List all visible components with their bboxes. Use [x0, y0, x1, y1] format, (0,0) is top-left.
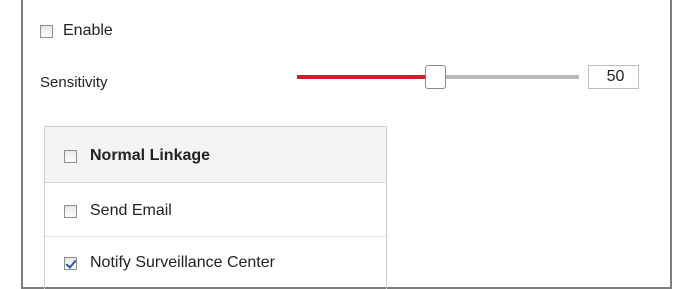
- sensitivity-label: Sensitivity: [40, 74, 108, 91]
- sensitivity-slider-track[interactable]: [441, 75, 579, 79]
- enable-label: Enable: [63, 22, 113, 39]
- send-email-checkbox[interactable]: [64, 205, 77, 218]
- normal-linkage-checkbox[interactable]: [64, 150, 77, 163]
- send-email-label: Send Email: [90, 202, 172, 219]
- notify-surveillance-center-label: Notify Surveillance Center: [90, 254, 275, 271]
- normal-linkage-label: Normal Linkage: [90, 147, 211, 164]
- sensitivity-slider-handle[interactable]: [425, 65, 446, 89]
- sensitivity-value-input[interactable]: 50: [588, 65, 639, 89]
- notify-surveillance-center-checkbox[interactable]: [64, 257, 77, 270]
- enable-checkbox[interactable]: [40, 25, 53, 38]
- sensitivity-slider-fill[interactable]: [297, 75, 430, 79]
